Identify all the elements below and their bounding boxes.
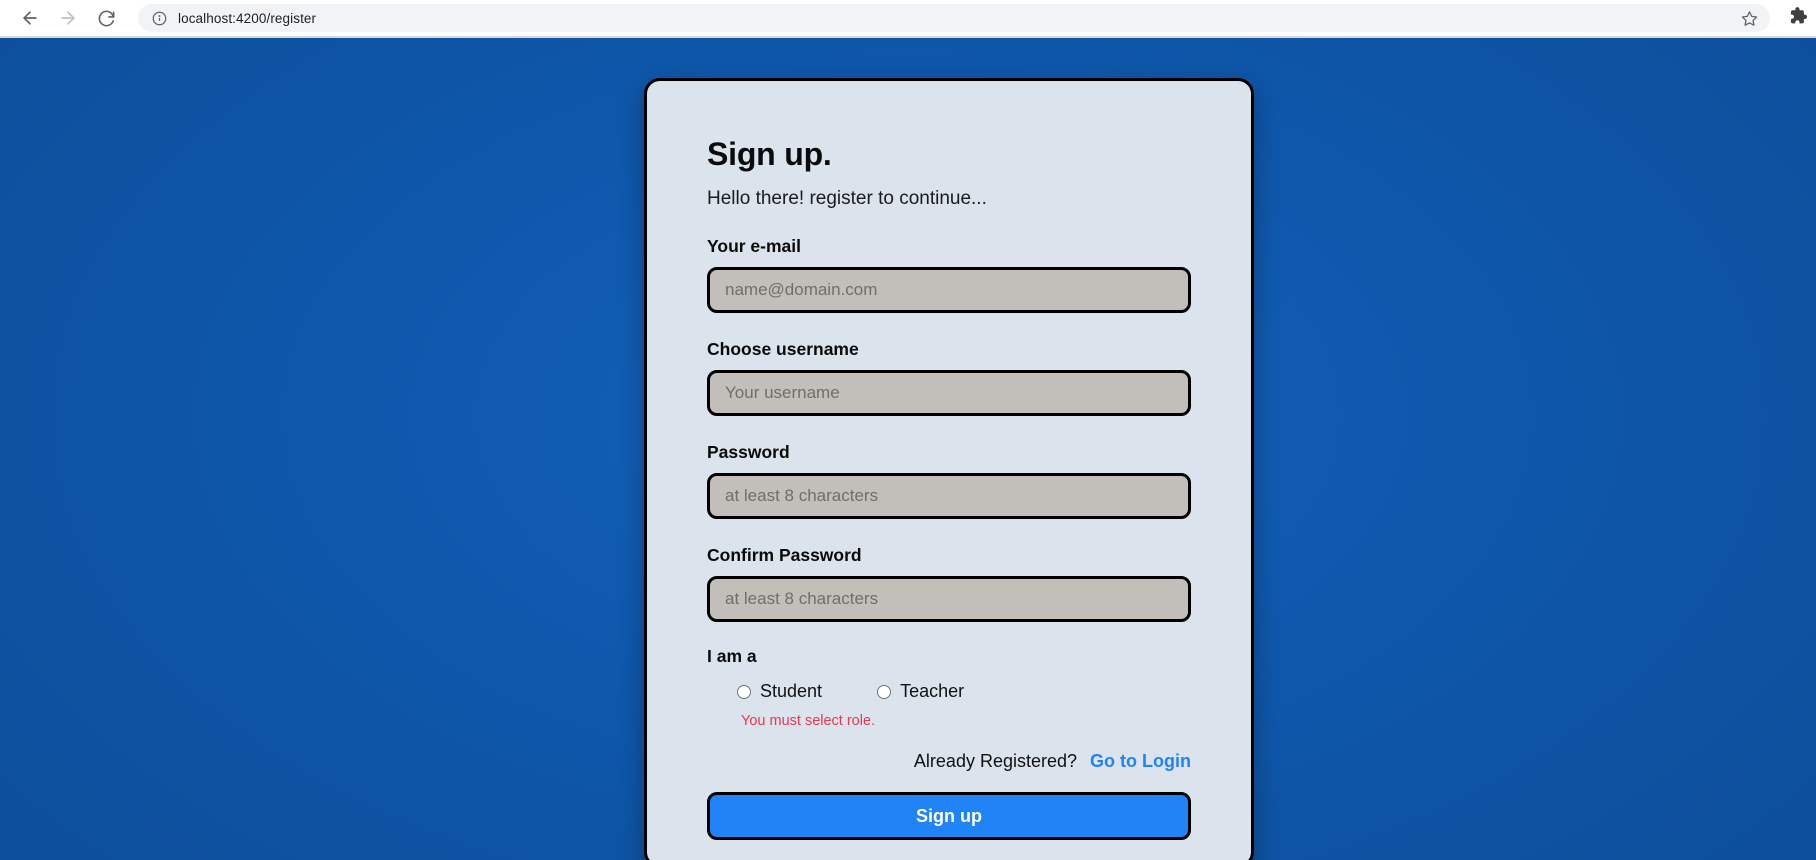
- username-input[interactable]: [707, 370, 1191, 417]
- role-option-teacher[interactable]: Teacher: [877, 681, 964, 702]
- login-prompt-row: Already Registered? Go to Login: [707, 751, 1191, 772]
- confirm-password-label: Confirm Password: [707, 545, 862, 566]
- signup-submit-button[interactable]: Sign up: [707, 792, 1191, 841]
- role-radio-teacher[interactable]: [877, 684, 892, 699]
- puzzle-piece-icon: [1787, 5, 1808, 31]
- go-to-login-link[interactable]: Go to Login: [1090, 751, 1191, 771]
- signup-card: Sign up. Hello there! register to contin…: [644, 78, 1254, 860]
- url-text: localhost:4200/register: [178, 10, 317, 26]
- field-email: Your e-mail: [707, 236, 1191, 314]
- password-input[interactable]: [707, 473, 1191, 520]
- arrow-right-icon: [58, 8, 78, 28]
- forward-button[interactable]: [52, 2, 84, 34]
- browser-toolbar: localhost:4200/register: [0, 0, 1816, 36]
- role-option-teacher-label[interactable]: Teacher: [900, 681, 964, 702]
- role-options: Student Teacher: [707, 681, 1191, 702]
- page-viewport: Sign up. Hello there! register to contin…: [0, 38, 1816, 860]
- field-password: Password: [707, 442, 1191, 520]
- info-circle-icon[interactable]: [150, 9, 168, 27]
- login-prompt-text: Already Registered?: [913, 751, 1078, 772]
- back-button[interactable]: [14, 2, 46, 34]
- page-title: Sign up.: [707, 136, 832, 172]
- reload-button[interactable]: [90, 2, 122, 34]
- role-radio-student[interactable]: [737, 684, 751, 699]
- extensions-button[interactable]: [1784, 5, 1810, 31]
- page-subtitle: Hello there! register to continue...: [707, 188, 987, 210]
- role-group: I am a Student Teacher You must select r…: [707, 646, 1191, 729]
- role-option-student-label[interactable]: Student: [760, 681, 822, 702]
- arrow-left-icon: [20, 8, 40, 28]
- star-icon[interactable]: [1738, 7, 1760, 29]
- username-label: Choose username: [707, 339, 859, 360]
- confirm-password-input[interactable]: [707, 576, 1191, 623]
- password-label: Password: [707, 442, 790, 463]
- reload-icon: [97, 9, 116, 28]
- role-option-student[interactable]: Student: [737, 681, 822, 702]
- email-input[interactable]: [707, 267, 1191, 314]
- field-username: Choose username: [707, 339, 1191, 417]
- address-bar[interactable]: localhost:4200/register: [138, 4, 1770, 32]
- field-confirm-password: Confirm Password: [707, 545, 1191, 623]
- role-error-message: You must select role.: [741, 713, 876, 730]
- email-label: Your e-mail: [707, 236, 802, 257]
- role-label: I am a: [707, 646, 757, 667]
